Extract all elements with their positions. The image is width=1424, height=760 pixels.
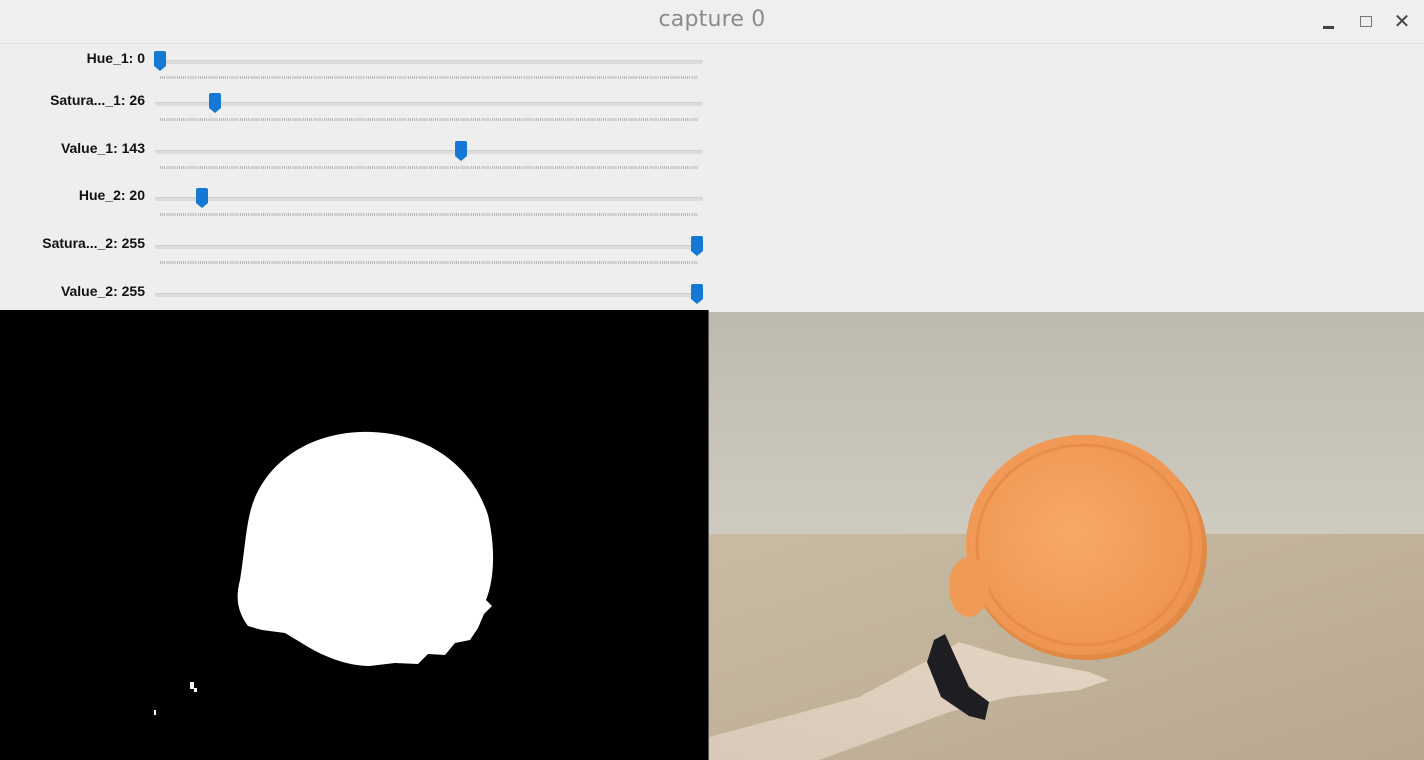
trackbar-label: Satura..._2: 255	[42, 235, 145, 251]
minimize-icon[interactable]	[1318, 10, 1340, 32]
trackbar-handle[interactable]	[691, 284, 703, 306]
trackbar-track[interactable]	[155, 245, 703, 249]
trackbar-track[interactable]	[155, 150, 703, 154]
trackbar-label: Value_2: 255	[60, 283, 145, 299]
trackbar-ticks	[160, 118, 698, 121]
window-title: capture 0	[658, 7, 766, 32]
maximize-icon[interactable]	[1355, 10, 1377, 32]
trackbar-handle[interactable]	[691, 236, 703, 258]
trackbar-saturation-1: Satura..._1: 26	[0, 89, 720, 129]
trackbar-handle[interactable]	[455, 141, 468, 163]
trackbar-track[interactable]	[155, 60, 703, 64]
camera-image	[709, 312, 1424, 760]
trackbar-ticks	[160, 261, 698, 264]
trackbar-hue-2: Hue_2: 20	[0, 184, 720, 224]
trackbar-ticks	[160, 213, 698, 216]
close-icon[interactable]: ✕	[1391, 10, 1413, 32]
trackbar-handle[interactable]	[196, 188, 209, 210]
trackbar-label: Hue_1: 0	[86, 50, 145, 66]
trackbar-track[interactable]	[155, 197, 703, 201]
trackbar-label: Hue_2: 20	[78, 187, 145, 203]
trackbar-ticks	[160, 166, 698, 169]
trackbar-hue-1: Hue_1: 0	[0, 47, 720, 87]
trackbar-value-1: Value_1: 143	[0, 137, 720, 177]
trackbar-track[interactable]	[155, 293, 703, 297]
trackbar-label: Value_1: 143	[60, 140, 145, 156]
trackbar-ticks	[160, 76, 698, 79]
trackbar-panel: Hue_1: 0 Satura..._1: 26 Value_1: 143 Hu…	[0, 45, 1424, 310]
trackbar-saturation-2: Satura..._2: 255	[0, 232, 720, 272]
window-titlebar[interactable]: capture 0 ✕	[0, 0, 1424, 44]
trackbar-track[interactable]	[155, 102, 703, 106]
camera-scene-graphic	[709, 312, 1424, 760]
trackbar-label: Satura..._1: 26	[50, 92, 145, 108]
mask-blob-graphic	[0, 310, 708, 760]
mask-image	[0, 310, 708, 760]
trackbar-handle[interactable]	[208, 93, 221, 115]
trackbar-handle[interactable]	[154, 51, 166, 73]
